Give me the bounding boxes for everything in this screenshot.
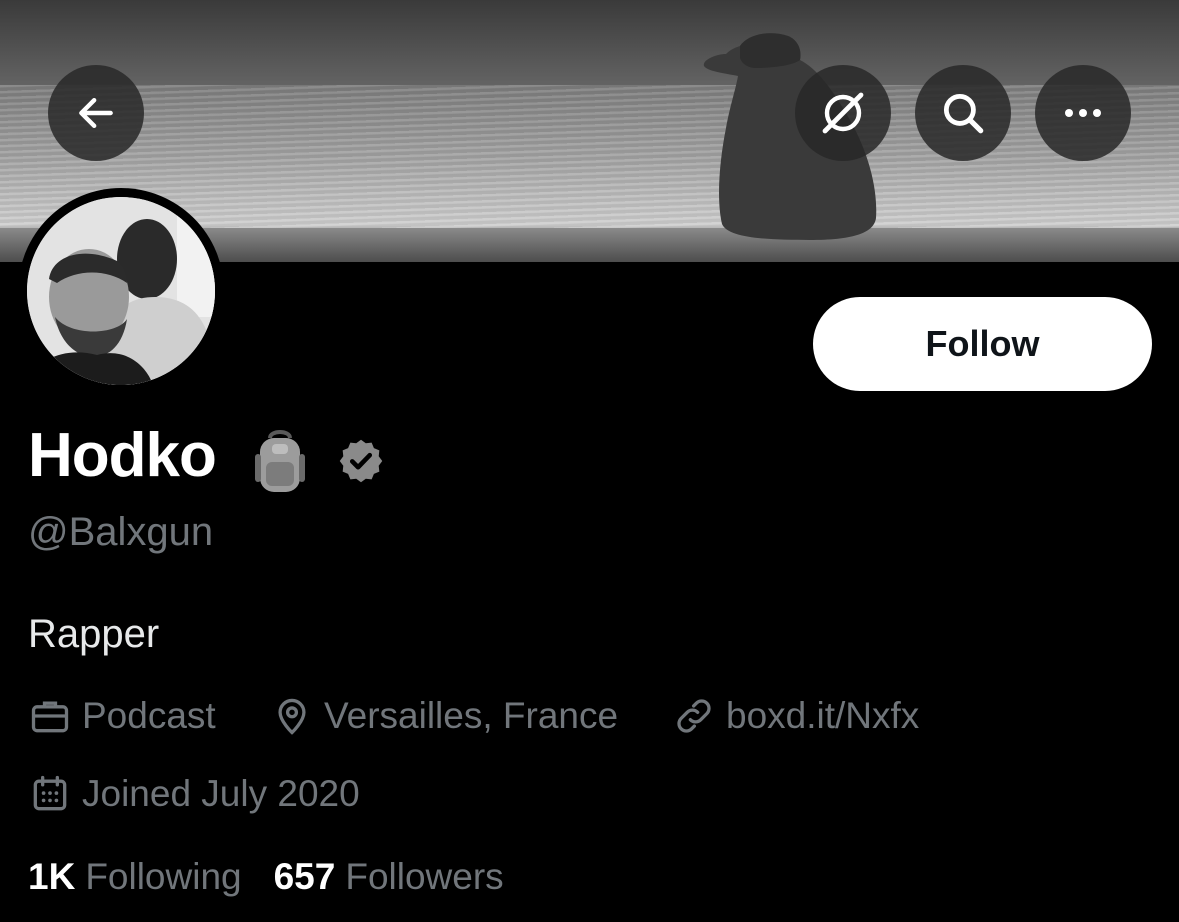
location-label: Versailles, France — [324, 695, 619, 736]
search-icon — [943, 93, 984, 134]
follow-stats: 1K Following 657 Followers — [28, 856, 504, 898]
followers-count: 657 — [273, 856, 336, 897]
profile-location: Versailles, France — [270, 694, 618, 738]
verified-badge-icon — [339, 439, 383, 483]
calendar-icon — [33, 775, 67, 811]
following-link[interactable]: 1K Following — [28, 856, 242, 898]
banner-sky — [0, 0, 1179, 85]
back-arrow-icon — [79, 97, 113, 129]
category-label: Podcast — [82, 695, 216, 736]
location-pin-icon — [278, 698, 306, 735]
briefcase-icon — [31, 701, 69, 733]
profile-joined: Joined July 2020 — [28, 772, 360, 816]
profile-website[interactable]: boxd.it/Nxfx — [672, 694, 919, 738]
grok-button[interactable] — [795, 65, 891, 161]
following-label: Following — [85, 856, 242, 897]
avatar-photo — [27, 197, 215, 385]
followers-label: Followers — [345, 856, 504, 897]
profile-category: Podcast — [28, 694, 216, 738]
bio-text: Rapper — [28, 612, 160, 656]
grok-icon — [822, 92, 864, 134]
link-icon — [677, 699, 711, 733]
follow-button[interactable]: Follow — [813, 297, 1152, 391]
joined-label: Joined July 2020 — [82, 773, 360, 814]
more-icon — [1065, 109, 1101, 117]
backpack-icon — [255, 430, 305, 492]
user-handle: @Balxgun — [28, 510, 214, 554]
more-button[interactable] — [1035, 65, 1131, 161]
website-link[interactable]: boxd.it/Nxfx — [726, 695, 919, 737]
search-button[interactable] — [915, 65, 1011, 161]
followers-link[interactable]: 657 Followers — [274, 856, 504, 898]
back-button[interactable] — [48, 65, 144, 161]
avatar[interactable] — [18, 188, 224, 394]
display-name: Hodko — [28, 421, 217, 490]
following-count: 1K — [28, 856, 76, 897]
